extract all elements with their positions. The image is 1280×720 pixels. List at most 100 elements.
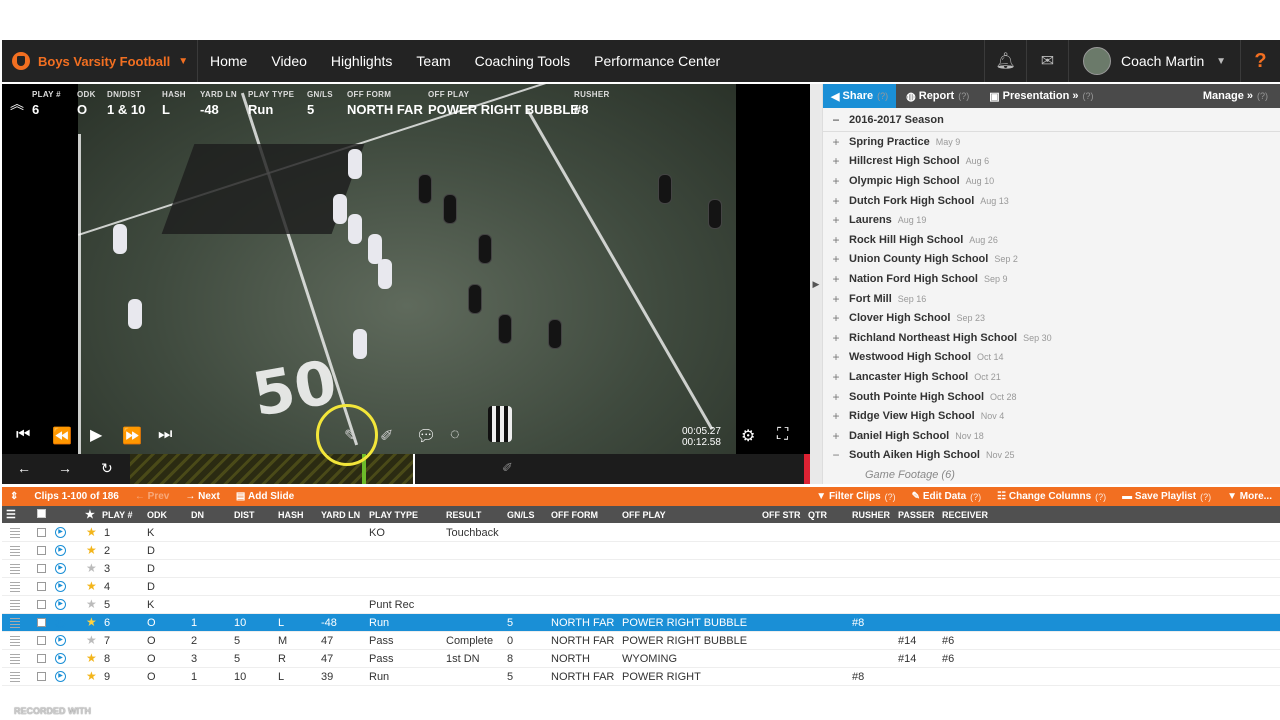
game-item[interactable]: + Fort Mill Sep 16 <box>823 289 1280 309</box>
expand-icon[interactable]: + <box>831 154 841 168</box>
game-item[interactable]: + Westwood High School Oct 14 <box>823 348 1280 368</box>
drag-handle-icon[interactable] <box>10 600 20 610</box>
play-clip-icon[interactable]: ▶ <box>55 527 66 538</box>
expand-icon[interactable]: + <box>831 409 841 423</box>
column-header[interactable]: RESULT <box>446 510 481 520</box>
nav-home[interactable]: Home <box>198 40 259 82</box>
play-clip-icon[interactable]: ▶ <box>55 563 66 574</box>
share-button[interactable]: ◀ Share (?) <box>823 84 897 108</box>
column-header[interactable]: PLAY TYPE <box>369 510 418 520</box>
save-playlist-button[interactable]: ▬ Save Playlist (?) <box>1114 487 1219 506</box>
expand-icon[interactable]: + <box>831 252 841 266</box>
select-all-checkbox[interactable] <box>37 509 46 518</box>
row-checkbox[interactable] <box>37 636 46 645</box>
game-item[interactable]: + Union County High School Sep 2 <box>823 250 1280 270</box>
menu-icon[interactable]: ☰ <box>6 508 16 521</box>
refresh-icon[interactable]: ↻ <box>101 460 113 477</box>
row-checkbox[interactable] <box>37 528 46 537</box>
expand-icon[interactable]: + <box>831 311 841 325</box>
telestration-marker-icon[interactable]: ✐ <box>502 460 513 476</box>
row-checkbox[interactable] <box>37 582 46 591</box>
drag-handle-icon[interactable] <box>10 618 20 628</box>
drag-handle-icon[interactable] <box>10 528 20 538</box>
star-icon[interactable]: ★ <box>86 525 97 539</box>
drag-handle-icon[interactable] <box>10 654 20 664</box>
play-clip-icon[interactable]: ▶ <box>55 617 66 628</box>
fast-forward-icon[interactable]: ⏩ <box>122 426 142 446</box>
panel-toggle[interactable]: ▶ <box>810 84 822 484</box>
column-header[interactable]: OFF FORM <box>551 510 598 520</box>
row-checkbox[interactable] <box>37 600 46 609</box>
telestrate-icon[interactable]: ✐ <box>380 426 393 446</box>
report-button[interactable]: ◍ Report (?) <box>896 84 979 108</box>
table-row[interactable]: ▶ ★ 3 D <box>2 560 1280 578</box>
row-checkbox[interactable] <box>37 672 46 681</box>
star-icon[interactable]: ★ <box>86 543 97 557</box>
team-selector[interactable]: Boys Varsity Football ▼ <box>2 40 198 82</box>
user-menu[interactable]: Coach Martin ▼ <box>1068 40 1240 82</box>
timeline[interactable]: ← → ↻ ✐ <box>2 454 810 484</box>
game-item[interactable]: + Richland Northeast High School Sep 30 <box>823 328 1280 348</box>
expand-icon[interactable]: + <box>831 292 841 306</box>
drag-handle-icon[interactable] <box>10 582 20 592</box>
table-row[interactable]: ▶ ★ 4 D <box>2 578 1280 596</box>
row-checkbox[interactable] <box>37 654 46 663</box>
expand-icon[interactable]: + <box>831 272 841 286</box>
row-checkbox[interactable] <box>37 564 46 573</box>
arrow-right-icon[interactable]: → <box>58 460 72 476</box>
chevron-double-up-icon[interactable]: ︽ <box>10 94 24 114</box>
expand-icon[interactable]: ⇕ <box>2 487 26 506</box>
row-checkbox[interactable] <box>37 618 46 627</box>
change-columns-button[interactable]: ☷ Change Columns (?) <box>989 487 1114 506</box>
column-header[interactable]: HASH <box>278 510 304 520</box>
column-header[interactable]: YARD LN <box>321 510 360 520</box>
column-header[interactable]: DIST <box>234 510 255 520</box>
star-icon[interactable]: ★ <box>86 561 97 575</box>
column-header[interactable]: OFF PLAY <box>622 510 666 520</box>
game-item[interactable]: + Daniel High School Nov 18 <box>823 426 1280 446</box>
game-item[interactable]: + Nation Ford High School Sep 9 <box>823 269 1280 289</box>
game-item[interactable]: + Spring Practice May 9 <box>823 132 1280 152</box>
drag-handle-icon[interactable] <box>10 636 20 646</box>
comment-icon[interactable]: 💬︎ <box>416 426 436 446</box>
skip-forward-icon[interactable]: ⏭ <box>158 426 172 444</box>
game-item[interactable]: + Clover High School Sep 23 <box>823 308 1280 328</box>
expand-icon[interactable]: + <box>831 331 841 345</box>
table-row[interactable]: ▶ ★ 8 O 3 5 R 47 Pass 1st DN 8 NORTH WYOMING #14 #6 <box>2 650 1280 668</box>
game-item[interactable]: + South Pointe High School Oct 28 <box>823 387 1280 407</box>
spotlight-icon[interactable]: ◌ <box>450 426 460 444</box>
nav-performance-center[interactable]: Performance Center <box>582 40 732 82</box>
video-frame[interactable]: 50 <box>78 84 736 454</box>
nav-coaching-tools[interactable]: Coaching Tools <box>463 40 582 82</box>
fullscreen-icon[interactable]: ⛶ <box>777 426 788 444</box>
star-icon[interactable]: ★ <box>86 633 97 647</box>
game-item[interactable]: + Hillcrest High School Aug 6 <box>823 152 1280 172</box>
table-row[interactable]: ▶ ★ 7 O 2 5 M 47 Pass Complete 0 NORTH FAR POWER RIG… <box>2 632 1280 650</box>
play-clip-icon[interactable]: ▶ <box>55 635 66 646</box>
next-button[interactable]: → Next <box>177 487 227 506</box>
expand-icon[interactable]: + <box>831 350 841 364</box>
expand-icon[interactable]: + <box>831 213 841 227</box>
star-icon[interactable]: ★ <box>85 508 95 521</box>
column-header[interactable]: RECEIVER <box>942 510 988 520</box>
filter-clips-button[interactable]: ▼ Filter Clips (?) <box>808 487 903 506</box>
game-item[interactable]: − South Aiken High School Nov 25 <box>823 446 1280 466</box>
nav-highlights[interactable]: Highlights <box>319 40 404 82</box>
play-icon[interactable]: ▶ <box>90 425 102 445</box>
game-item[interactable]: + Dutch Fork High School Aug 13 <box>823 191 1280 211</box>
column-header[interactable]: RUSHER <box>852 510 890 520</box>
manage-button[interactable]: Manage » (?) <box>1193 84 1280 108</box>
game-item[interactable]: + Rock Hill High School Aug 26 <box>823 230 1280 250</box>
prev-button[interactable]: ← Prev <box>127 487 177 506</box>
game-footage-item[interactable]: Game Footage (6) <box>823 465 1280 485</box>
table-row[interactable]: ▶ ★ 9 O 1 10 L 39 Run 5 NORTH FAR POWER RIGHT #8 <box>2 668 1280 686</box>
drag-handle-icon[interactable] <box>10 672 20 682</box>
expand-icon[interactable]: + <box>831 370 841 384</box>
table-row[interactable]: ▶ ★ 2 D <box>2 542 1280 560</box>
row-checkbox[interactable] <box>37 546 46 555</box>
star-icon[interactable]: ★ <box>86 651 97 665</box>
collapse-icon[interactable]: − <box>831 448 841 462</box>
more-button[interactable]: ▼ More... <box>1219 487 1280 506</box>
rewind-icon[interactable]: ⏪ <box>52 426 72 446</box>
nav-team[interactable]: Team <box>404 40 462 82</box>
